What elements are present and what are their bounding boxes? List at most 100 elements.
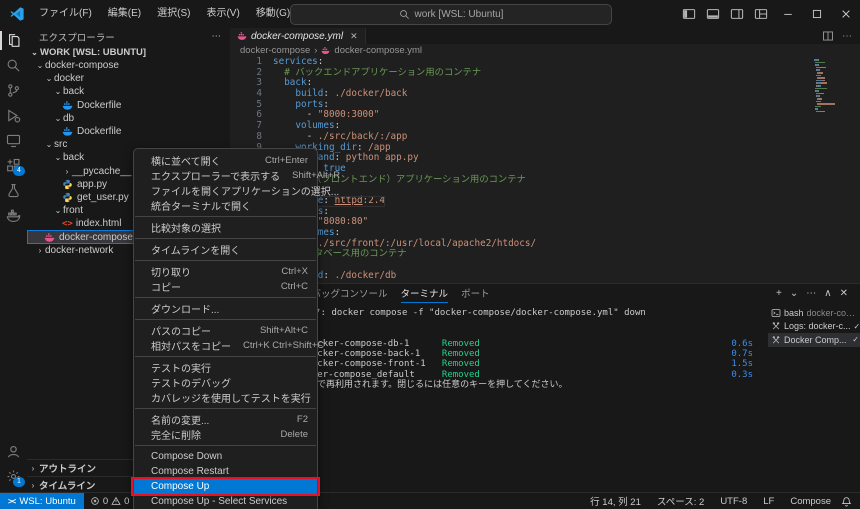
context-menu-item-ダウンロード[interactable]: ダウンロード... bbox=[134, 301, 317, 316]
workspace-section-header[interactable]: ⌄ WORK [WSL: UBUNTU] bbox=[27, 45, 230, 59]
menubar-item-ファイル-f[interactable]: ファイル(F) bbox=[31, 8, 100, 19]
terminal-instance-name: bash bbox=[784, 307, 804, 318]
close-panel-icon[interactable]: ✕ bbox=[840, 288, 848, 299]
line-number: 5 bbox=[256, 98, 262, 110]
context-menu-item-compose-down[interactable]: Compose Down bbox=[134, 449, 317, 464]
close-button[interactable] bbox=[831, 0, 860, 28]
activity-run-debug-button[interactable] bbox=[0, 103, 27, 128]
context-menu-item-テストのデバッグ[interactable]: テストのデバッグ bbox=[134, 375, 317, 390]
breadcrumb-item-docker-compose[interactable]: docker-compose bbox=[240, 45, 310, 56]
bell-icon[interactable] bbox=[841, 496, 852, 507]
tree-item-dockerfile[interactable]: Dockerfile bbox=[27, 99, 230, 112]
context-menu-item-label: Compose Up bbox=[151, 481, 210, 492]
activity-explorer-button[interactable] bbox=[0, 28, 27, 53]
breadcrumb-item-docker-compose-yml[interactable]: docker-compose.yml bbox=[334, 45, 422, 56]
minimap-line bbox=[814, 87, 844, 90]
remote-indicator[interactable]: >< WSL: Ubuntu bbox=[0, 493, 84, 509]
tree-item-label: back bbox=[63, 152, 85, 164]
context-menu-item-テストの実行[interactable]: テストの実行 bbox=[134, 360, 317, 375]
testing-icon bbox=[6, 183, 21, 198]
activity-source-control-button[interactable] bbox=[0, 78, 27, 103]
code-line-19: 19 # データベース用のコンテナ bbox=[230, 249, 860, 260]
context-menu-item-名前の変更[interactable]: 名前の変更... F2 bbox=[134, 412, 317, 427]
eol-status[interactable]: LF bbox=[755, 496, 782, 507]
minimize-button[interactable] bbox=[773, 0, 802, 28]
panel-more-actions-button[interactable]: ⋯ bbox=[806, 288, 816, 299]
layout-sidebar-right-button[interactable] bbox=[725, 0, 749, 28]
terminal-instance-docker-comp[interactable]: Docker Comp... ✓ bbox=[768, 333, 860, 347]
context-menu-separator bbox=[135, 297, 316, 298]
context-menu-item-完全に削除[interactable]: 完全に削除 Delete bbox=[134, 427, 317, 442]
explorer-more-actions-button[interactable]: ⋯ bbox=[212, 31, 223, 42]
split-editor-icon[interactable] bbox=[822, 30, 834, 42]
context-menu-item-compose-up-select-services[interactable]: Compose Up - Select Services bbox=[134, 494, 317, 509]
menubar-item-選択-s[interactable]: 選択(S) bbox=[149, 8, 198, 19]
context-menu-item-エクスプローラーで表示する[interactable]: エクスプローラーで表示する Shift+Alt+R bbox=[134, 168, 340, 183]
context-menu-separator bbox=[135, 260, 316, 261]
layout-sidebar-left-button[interactable] bbox=[677, 0, 701, 28]
breadcrumb-separator: › bbox=[314, 45, 318, 56]
badge: 1 bbox=[13, 477, 25, 487]
problems-status[interactable]: 0 0 bbox=[84, 493, 136, 509]
chevron-down-icon: ⌄ bbox=[45, 140, 53, 150]
encoding-status[interactable]: UTF-8 bbox=[712, 496, 755, 507]
panel-tab-bar: 問題出力デバッグコンソールターミナルポート bbox=[230, 284, 860, 303]
maximize-button[interactable] bbox=[802, 0, 831, 28]
tree-item-label: src bbox=[54, 139, 68, 151]
activity-search-button[interactable] bbox=[0, 53, 27, 78]
context-menu-item-比較対象の選択[interactable]: 比較対象の選択 bbox=[134, 220, 317, 235]
activity-settings-gear-button[interactable]: 1 bbox=[0, 464, 27, 489]
terminal-instance-logs-docker-c[interactable]: Logs: docker-c... ✓ bbox=[768, 320, 860, 334]
context-menu-item-横に並べて開く[interactable]: 横に並べて開く Ctrl+Enter bbox=[134, 153, 317, 168]
tab-close-icon[interactable]: ✕ bbox=[350, 31, 358, 42]
new-terminal-button[interactable]: + bbox=[776, 288, 782, 299]
activity-testing-button[interactable] bbox=[0, 178, 27, 203]
tree-item-db[interactable]: ⌄ db bbox=[27, 112, 230, 125]
command-center-search[interactable]: work [WSL: Ubuntu] bbox=[290, 4, 612, 25]
menubar-item-表示-v[interactable]: 表示(V) bbox=[198, 8, 247, 19]
context-menu-item-compose-up[interactable]: Compose Up bbox=[131, 477, 320, 496]
duration-value: 0.7s bbox=[731, 349, 753, 360]
activity-account-button[interactable] bbox=[0, 439, 27, 464]
layout-panel-button[interactable] bbox=[701, 0, 725, 28]
panel-tab-ターミナル[interactable]: ターミナル bbox=[400, 284, 449, 303]
context-menu-keybinding: Shift+Alt+R bbox=[292, 170, 341, 181]
activity-remote-explorer-button[interactable] bbox=[0, 128, 27, 153]
breadcrumb: docker-compose › docker-compose.yml bbox=[230, 44, 860, 57]
duration-value: 0.3s bbox=[731, 369, 753, 380]
cursor-position-status[interactable]: 行 14, 列 21 bbox=[582, 494, 649, 508]
error-count: 0 bbox=[102, 495, 109, 507]
terminal-instance-name: Docker Comp... bbox=[784, 334, 847, 345]
terminal-profile-dropdown-icon[interactable]: ⌄ bbox=[790, 288, 798, 299]
context-menu-item-label: テストの実行 bbox=[151, 364, 211, 375]
indentation-status[interactable]: スペース: 2 bbox=[649, 494, 712, 508]
language-mode-status[interactable]: Compose bbox=[782, 496, 839, 507]
tree-item-back[interactable]: ⌄ back bbox=[27, 85, 230, 98]
tree-item-label: docker-network bbox=[45, 244, 114, 256]
run-debug-icon bbox=[6, 108, 21, 123]
panel-tab-ポート[interactable]: ポート bbox=[461, 284, 490, 302]
context-menu-item-カバレッジを使用してテストを実行[interactable]: カバレッジを使用してテストを実行 bbox=[134, 390, 317, 405]
menubar-item-編集-e[interactable]: 編集(E) bbox=[100, 8, 149, 19]
editor-more-actions-button[interactable]: ⋯ bbox=[842, 31, 852, 42]
tree-item-dockerfile[interactable]: Dockerfile bbox=[27, 125, 230, 138]
minimap[interactable] bbox=[814, 59, 844, 113]
window-controls bbox=[677, 0, 860, 28]
tab-docker-compose-yml[interactable]: docker-compose.yml ✕ bbox=[230, 28, 366, 44]
activity-docker-button[interactable] bbox=[0, 203, 27, 228]
context-menu-item-統合ターミナルで開く[interactable]: 統合ターミナルで開く bbox=[134, 198, 317, 213]
context-menu-item-コピー[interactable]: コピー Ctrl+C bbox=[134, 279, 317, 294]
context-menu-item-ファイルを開くアプリケーションの選択[interactable]: ファイルを開くアプリケーションの選択... bbox=[134, 183, 339, 198]
activity-extensions-button[interactable]: 4 bbox=[0, 153, 27, 178]
context-menu-item-相対パスをコピー[interactable]: 相対パスをコピー Ctrl+K Ctrl+Shift+C bbox=[134, 338, 324, 353]
context-menu-item-compose-restart[interactable]: Compose Restart bbox=[134, 464, 317, 479]
context-menu-item-タイムラインを開く[interactable]: タイムラインを開く bbox=[134, 242, 317, 257]
tree-item-docker[interactable]: ⌄ docker bbox=[27, 72, 230, 85]
context-menu-item-切り取り[interactable]: 切り取り Ctrl+X bbox=[134, 264, 317, 279]
context-menu-item-パスのコピー[interactable]: パスのコピー Shift+Alt+C bbox=[134, 323, 317, 338]
tree-item-docker-compose[interactable]: ⌄ docker-compose bbox=[27, 59, 230, 72]
maximize-panel-icon[interactable]: ∧ bbox=[824, 288, 831, 299]
python-file-icon bbox=[62, 192, 73, 203]
layout-customize-button[interactable] bbox=[749, 0, 773, 28]
terminal-instance-bash[interactable]: bashdocker-comp... bbox=[768, 306, 860, 320]
